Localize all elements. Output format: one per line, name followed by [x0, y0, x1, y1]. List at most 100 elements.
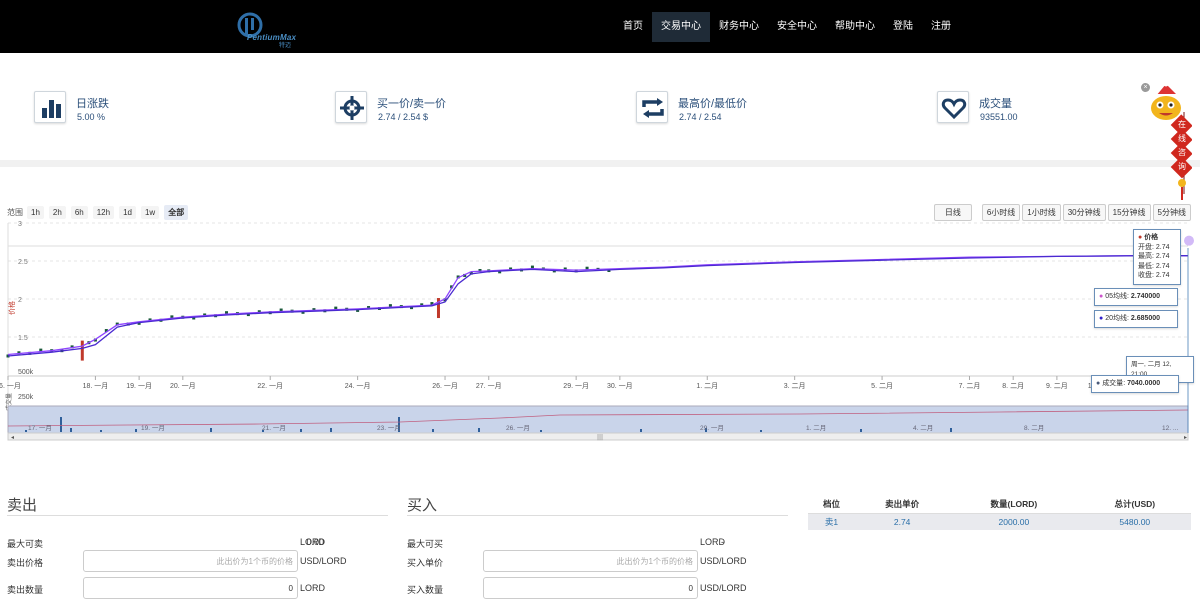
- nav-help-center[interactable]: 帮助中心: [826, 12, 884, 42]
- order-book-table: 档位 卖出单价 数量(LORD) 总计(USD) 卖1 2.74 2000.00…: [808, 496, 1191, 530]
- navigator-tick-label: 8. 二月: [1024, 424, 1044, 432]
- price-tooltip-title: 价格: [1144, 234, 1159, 241]
- sell-max-unit: LORD: [300, 537, 326, 547]
- chat-label-vertical: 在线咨询: [1178, 120, 1186, 171]
- x-tick-label: 7. 二月: [959, 382, 981, 390]
- volume-bar: [540, 430, 542, 432]
- ma5-value: 2.740000: [1130, 293, 1161, 300]
- volume-bar: [330, 428, 332, 432]
- sell-max-label: 最大可卖: [7, 539, 44, 549]
- sell-panel: 卖出 最大可卖 0.00 LORD 卖出价格 USD/LORD 卖出数量 LOR…: [7, 494, 388, 599]
- volume-bar: [432, 429, 434, 432]
- hover-marker: [1184, 235, 1194, 246]
- nav-home[interactable]: 首页: [614, 12, 652, 42]
- ma5-tooltip: ● 05均线: 2.740000: [1094, 288, 1178, 306]
- x-tick-label: 27. 一月: [476, 382, 502, 390]
- stat-label: 最高价/最低价: [678, 98, 748, 110]
- buy-qty-row: 买入数量 USD/LORD: [407, 577, 788, 599]
- table-row[interactable]: 卖1 2.74 2000.00 5480.00: [808, 513, 1191, 530]
- nav-login[interactable]: 登陆: [884, 12, 922, 42]
- order-total: 5480.00: [1078, 513, 1191, 530]
- buy-price-input[interactable]: [483, 550, 698, 572]
- y-axis-title: 价格: [7, 301, 16, 315]
- sell-price-row: 卖出价格 USD/LORD: [7, 550, 388, 572]
- tooltip-high-value: 2.74: [1155, 253, 1170, 260]
- navigator-tick-label: 19. 一月: [141, 424, 165, 432]
- bar-chart-icon: [34, 91, 66, 123]
- order-qty: 2000.00: [949, 513, 1079, 530]
- stat-value: 93551.00: [980, 112, 1018, 122]
- volume-tooltip-label: 成交量: [1102, 380, 1124, 387]
- sell-price-input[interactable]: [83, 550, 298, 572]
- x-tick-label: 29. 一月: [563, 382, 589, 390]
- logo-brand-sub: 特迈: [279, 43, 292, 49]
- navigator-tick-label: 17. 一月: [28, 424, 52, 432]
- buy-panel: 买入 最大可买 - LORD 买入单价 USD/LORD 买入数量 USD/LO…: [407, 494, 788, 599]
- nav-trade-center[interactable]: 交易中心: [652, 12, 710, 42]
- scroll-right-icon: ▸: [1184, 434, 1187, 441]
- price-tooltip: ● 价格 开盘: 2.74 最高: 2.74 最低: 2.74 收盘: 2.74: [1133, 229, 1181, 285]
- volume-tooltip: ● 成交量: 7040.0000: [1091, 375, 1179, 393]
- x-tick-label: 24. 一月: [345, 382, 371, 390]
- tooltip-open-label: 开盘: [1138, 243, 1152, 251]
- scroll-left-icon: ◂: [11, 434, 14, 441]
- x-tick-label: 22. 一月: [257, 382, 283, 390]
- buy-max-label: 最大可买: [407, 539, 444, 549]
- vol-tick-label: 250k: [18, 394, 34, 401]
- nav-security-center[interactable]: 安全中心: [768, 12, 826, 42]
- navigator-tick-label: 12. ...: [1162, 425, 1178, 432]
- y-tick-label: 2.5: [18, 259, 28, 266]
- volume-bar: [640, 429, 642, 432]
- buy-qty-unit: USD/LORD: [700, 583, 747, 593]
- market-stats: 日涨跌 5.00 % 买一价/卖一价 2.74 / 2.54 $ 最高价/最低价…: [0, 53, 1200, 160]
- stat-label: 买一价/卖一价: [377, 98, 447, 110]
- candle: [80, 340, 84, 361]
- col-qty: 数量(LORD): [990, 499, 1038, 510]
- tooltip-low-label: 最低: [1138, 262, 1152, 270]
- heart-icon: [937, 91, 969, 123]
- nav-finance-center[interactable]: 财务中心: [710, 12, 768, 42]
- volume-bar: [100, 430, 102, 432]
- volume-bar: [950, 428, 952, 432]
- buy-price-label: 买入单价: [407, 558, 444, 568]
- nav-register[interactable]: 注册: [922, 12, 960, 42]
- x-tick-label: 18. 一月: [83, 382, 109, 390]
- vol-tick-label: 500k: [18, 369, 34, 376]
- volume-tooltip-value: 7040.0000: [1127, 380, 1161, 387]
- sell-price-label: 卖出价格: [7, 558, 44, 568]
- ma20-value: 2.685000: [1130, 315, 1161, 322]
- col-price: 卖出单价: [885, 499, 920, 510]
- stat-label: 成交量: [979, 98, 1012, 110]
- price-chart[interactable]: 3 2.5 2 1.5 价格 500k 16. 一月 18. 一月 19. 一月 20. 一月…: [0, 218, 1200, 443]
- navigator-tick-label: 23. 一月: [377, 424, 401, 432]
- col-total: 总计(USD): [1114, 499, 1156, 510]
- stat-value: 5.00 %: [77, 112, 106, 122]
- volume-bar: [300, 429, 302, 432]
- sell-qty-input[interactable]: [83, 577, 298, 599]
- volume-bar: [760, 430, 762, 432]
- buy-max-unit: LORD: [700, 537, 726, 547]
- ma5-label: 05均线: [1105, 293, 1127, 300]
- stat-label: 日涨跌: [76, 98, 109, 110]
- order-price: 2.74: [855, 513, 950, 530]
- buy-title: 买入: [407, 494, 788, 516]
- volume-bar: [70, 428, 72, 432]
- buy-qty-input[interactable]: [483, 577, 698, 599]
- price-chart-svg[interactable]: 3 2.5 2 1.5 价格 500k 16. 一月 18. 一月 19. 一月 20. 一月…: [0, 218, 1200, 443]
- x-tick-label: 3. 二月: [784, 382, 806, 390]
- site-logo[interactable]: PentiumMax 特迈: [237, 11, 307, 49]
- volume-bar: [60, 417, 62, 432]
- crosshair-icon: [335, 91, 367, 123]
- volume-bar: [135, 429, 137, 432]
- range-label: 范围: [7, 208, 23, 217]
- x-tick-label: 19. 一月: [126, 382, 152, 390]
- online-chat-widget[interactable]: 在线咨询: [1140, 81, 1193, 202]
- order-book-header: 档位 卖出单价 数量(LORD) 总计(USD): [808, 496, 1191, 513]
- tooltip-open-value: 2.74: [1155, 243, 1170, 251]
- x-tick-label: 20. 一月: [170, 382, 196, 390]
- navigator-tick-label: 26. 一月: [506, 424, 530, 432]
- sell-qty-row: 卖出数量 LORD: [7, 577, 388, 599]
- tooltip-close-label: 收盘: [1138, 272, 1152, 279]
- x-tick-label: 26. 一月: [432, 382, 458, 390]
- main-nav: 首页 交易中心 财务中心 安全中心 帮助中心 登陆 注册: [614, 12, 960, 42]
